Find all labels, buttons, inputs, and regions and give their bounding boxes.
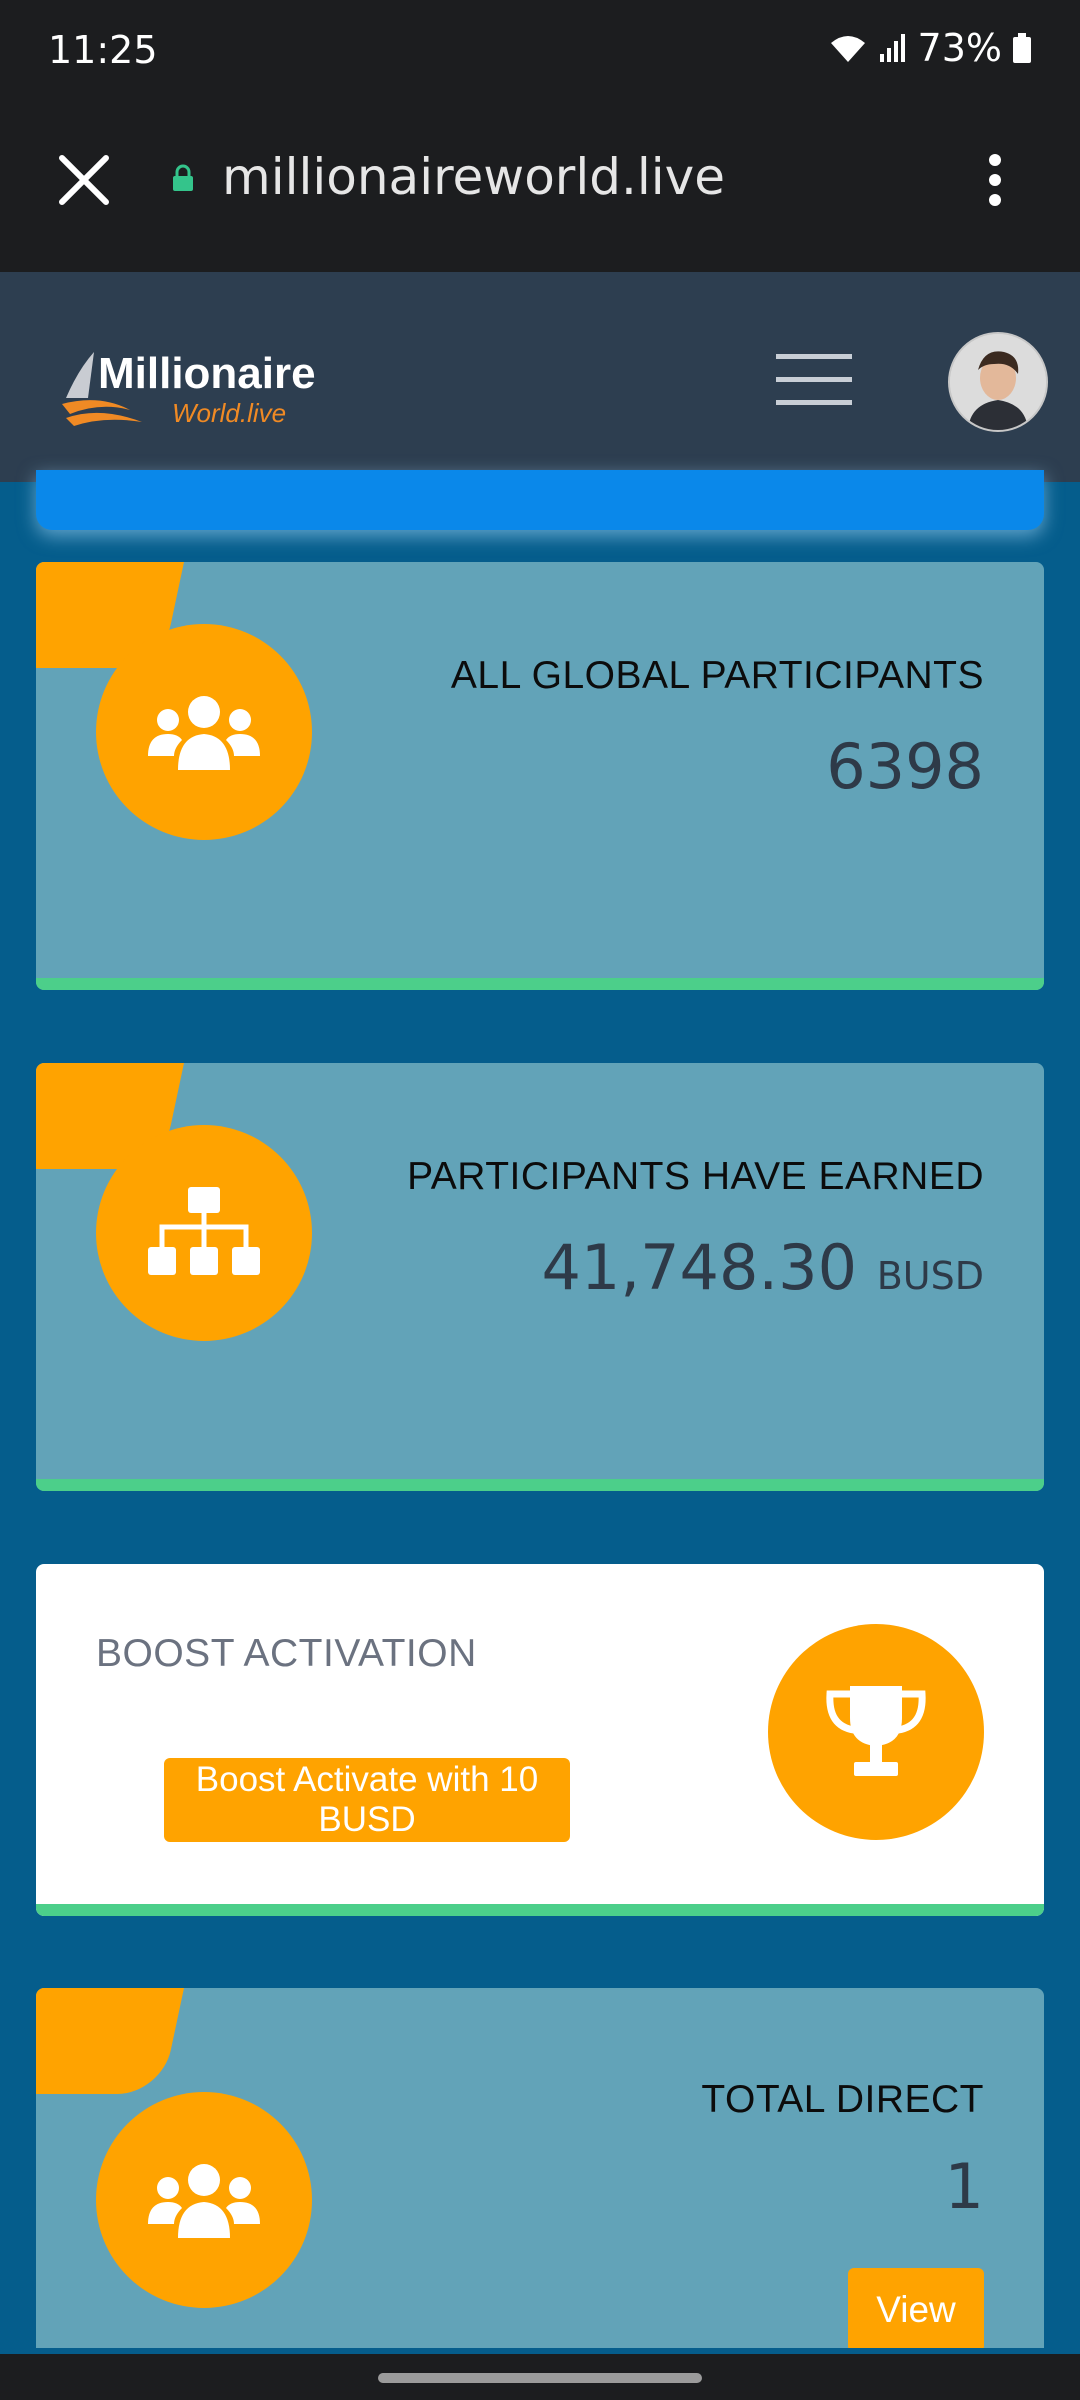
site-logo[interactable]: Millionaire World.live — [60, 340, 360, 430]
card-value: 6398 — [826, 730, 984, 803]
trophy-icon — [826, 1686, 926, 1776]
total-direct-card: TOTAL DIRECT 1 View — [36, 1988, 1044, 2348]
card-bottom-border — [36, 1479, 1044, 1491]
wifi-icon — [830, 36, 865, 62]
boost-title: BOOST ACTIVATION — [96, 1632, 477, 1675]
browser-toolbar: millionaireworld.live — [0, 100, 1080, 272]
system-nav-bar — [0, 2354, 1080, 2400]
card-bottom-border — [36, 1904, 1044, 1916]
card-title: ALL GLOBAL PARTICIPANTS — [450, 654, 984, 697]
card-icon-circle — [96, 2092, 312, 2308]
more-options-icon[interactable] — [980, 150, 1010, 210]
card-value: 1 — [944, 2150, 984, 2223]
avatar-portrait — [950, 334, 1046, 430]
global-participants-card: ALL GLOBAL PARTICIPANTS 6398 — [36, 562, 1044, 990]
close-icon[interactable] — [54, 150, 114, 210]
blue-card-partial — [36, 470, 1044, 530]
participants-earned-card: PARTICIPANTS HAVE EARNED 41,748.30 BUSD — [36, 1063, 1044, 1491]
earned-amount: 41,748.30 — [541, 1231, 858, 1304]
lock-icon — [173, 164, 193, 191]
card-corner-accent — [36, 1988, 184, 2094]
status-bar: 11:25 73% — [0, 0, 1080, 100]
users-icon — [148, 2164, 260, 2238]
logo-text-sub: World.live — [172, 398, 286, 428]
card-icon-circle — [96, 624, 312, 840]
signal-icon — [879, 34, 905, 62]
battery-percent: 73% — [917, 26, 1002, 70]
card-bottom-border — [36, 978, 1044, 990]
boost-activation-card: BOOST ACTIVATION Boost Activate with 10 … — [36, 1564, 1044, 1916]
url-field[interactable]: millionaireworld.live — [222, 148, 725, 206]
card-title: PARTICIPANTS HAVE EARNED — [407, 1155, 984, 1198]
status-icons: 73% — [828, 26, 1032, 70]
boost-activate-button[interactable]: Boost Activate with 10 BUSD — [164, 1758, 570, 1842]
hamburger-menu-icon[interactable] — [776, 354, 852, 406]
card-title: TOTAL DIRECT — [701, 2078, 984, 2121]
card-icon-circle — [96, 1125, 312, 1341]
home-gesture-pill[interactable] — [378, 2373, 702, 2383]
battery-icon — [1013, 33, 1031, 63]
users-icon — [148, 696, 260, 770]
trophy-icon-circle — [768, 1624, 984, 1840]
currency-unit: BUSD — [876, 1254, 984, 1298]
status-time: 11:25 — [48, 28, 158, 72]
card-value-row: 41,748.30 BUSD — [541, 1231, 984, 1304]
site-header: Millionaire World.live — [0, 272, 1080, 482]
user-avatar[interactable] — [948, 332, 1048, 432]
logo-text-main: Millionaire — [98, 349, 316, 398]
sitemap-icon — [148, 1187, 260, 1275]
view-button[interactable]: View — [848, 2268, 984, 2348]
